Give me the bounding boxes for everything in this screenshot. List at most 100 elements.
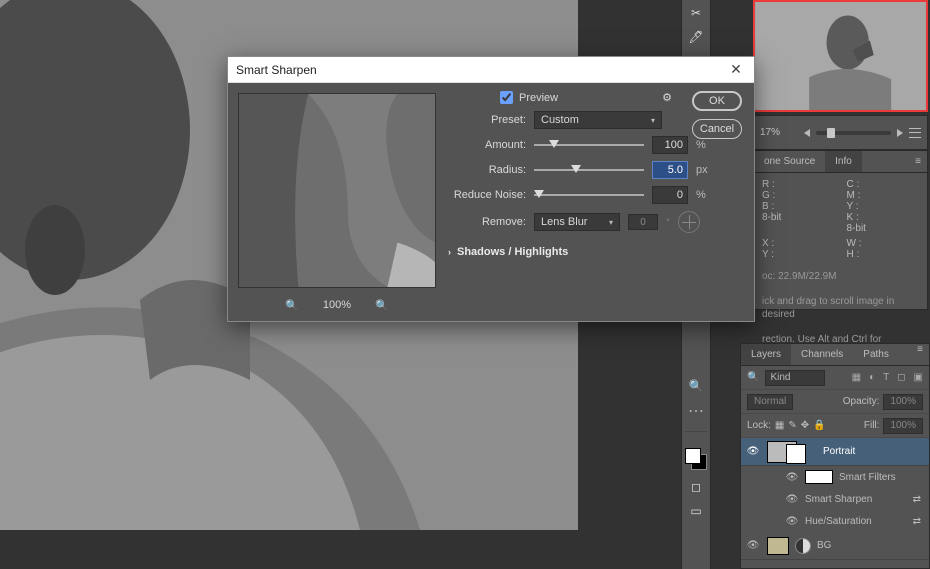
noise-slider-thumb[interactable] <box>534 190 544 198</box>
filter-edit-icon[interactable]: ⇄ <box>913 516 929 527</box>
radius-label: Radius: <box>448 164 526 176</box>
preview-zoom-out-icon[interactable]: 🔍 <box>285 299 299 312</box>
noise-label: Reduce Noise: <box>448 189 526 201</box>
navigator-zoom-slider[interactable] <box>816 131 891 135</box>
zoom-in-button[interactable] <box>897 129 903 137</box>
preview-zoom-in-icon[interactable]: 🔍 <box>375 299 389 312</box>
filter-mask-thumbnail[interactable] <box>805 470 833 484</box>
tab-layers[interactable]: Layers <box>741 344 791 365</box>
radius-input[interactable] <box>652 161 688 179</box>
navigator-zoom-thumb[interactable] <box>827 128 835 138</box>
chevron-down-icon: ▾ <box>651 116 655 125</box>
smart-filters-header[interactable]: 👁 Smart Filters <box>741 466 929 488</box>
amount-slider[interactable] <box>534 140 644 150</box>
preset-value: Custom <box>541 114 579 126</box>
screen-mode-icon[interactable]: ▭ <box>684 502 708 520</box>
eyedropper-icon[interactable]: 🖊 <box>684 28 708 46</box>
zoom-tool-icon[interactable]: 🔍 <box>684 377 708 395</box>
layer-name[interactable]: Portrait <box>823 446 855 457</box>
amount-input[interactable] <box>652 136 688 154</box>
amount-label: Amount: <box>448 139 526 151</box>
info-h-label: H : <box>847 249 920 260</box>
dialog-preview-area[interactable] <box>238 93 436 288</box>
foreground-color-swatch[interactable] <box>685 448 701 464</box>
tab-clone-source[interactable]: one Source <box>754 151 825 172</box>
noise-slider[interactable] <box>534 190 644 200</box>
lock-transparency-icon[interactable]: ▦ <box>775 420 784 431</box>
preview-checkbox[interactable]: Preview <box>500 91 558 104</box>
filter-shape-icon[interactable]: ◻ <box>897 372 905 383</box>
info-w-label: W : <box>847 238 920 249</box>
disclosure-triangle-icon: › <box>448 247 451 257</box>
shadows-highlights-section[interactable]: › Shadows / Highlights <box>448 246 742 258</box>
info-m-label: M : <box>847 190 920 201</box>
visibility-toggle-icon[interactable]: 👁 <box>745 446 761 457</box>
visibility-toggle-icon[interactable]: 👁 <box>745 540 761 551</box>
preview-checkbox-input[interactable] <box>500 91 513 104</box>
tab-info[interactable]: Info <box>825 151 862 172</box>
filter-smart-icon[interactable]: ▣ <box>914 372 923 383</box>
remove-angle-input[interactable]: 0 <box>628 214 658 230</box>
layer-filter-kind[interactable] <box>765 370 825 386</box>
lock-position-icon[interactable]: ✥ <box>801 420 809 431</box>
info-k-label: K : <box>847 212 920 223</box>
adjustment-icon[interactable] <box>795 538 811 554</box>
filter-adjust-icon[interactable]: ◐ <box>869 372 875 383</box>
search-icon[interactable]: 🔍 <box>747 372 759 383</box>
visibility-toggle-icon[interactable]: 👁 <box>785 494 799 505</box>
tab-channels[interactable]: Channels <box>791 344 853 365</box>
remove-value: Lens Blur <box>541 216 587 228</box>
filter-row-smart-sharpen[interactable]: 👁 Smart Sharpen ⇄ <box>741 488 929 510</box>
noise-input[interactable] <box>652 186 688 204</box>
tab-paths[interactable]: Paths <box>853 344 899 365</box>
gear-icon[interactable]: ⚙ <box>662 91 672 104</box>
chevron-down-icon: ▾ <box>609 218 613 227</box>
smart-sharpen-dialog: Smart Sharpen ✕ 🔍 100% 🔍 OK Cancel <box>227 56 755 322</box>
info-c-label: C : <box>847 179 920 190</box>
radius-unit: px <box>696 164 714 176</box>
fill-value[interactable]: 100% <box>883 418 923 434</box>
navigator-zoom-value: 17% <box>760 127 798 138</box>
layers-panel-menu-icon[interactable]: ≡ <box>911 344 929 365</box>
filter-pixel-icon[interactable]: ▦ <box>852 372 861 383</box>
filter-row-hue-saturation[interactable]: 👁 Hue/Saturation ⇄ <box>741 510 929 532</box>
fill-label: Fill: <box>864 420 880 431</box>
info-panel-menu-icon[interactable]: ≡ <box>909 156 927 167</box>
crop-tool-icon[interactable]: ✂ <box>684 4 708 22</box>
remove-dropdown[interactable]: Lens Blur ▾ <box>534 213 620 231</box>
degree-symbol: ° <box>666 217 670 227</box>
layer-name[interactable]: BG <box>817 540 831 551</box>
layer-thumbnail[interactable] <box>767 441 797 463</box>
preview-checkbox-label: Preview <box>519 92 558 104</box>
visibility-toggle-icon[interactable]: 👁 <box>785 472 799 483</box>
layer-row-portrait[interactable]: 👁 Portrait <box>741 438 929 466</box>
blend-mode-dropdown[interactable]: Normal <box>747 394 793 410</box>
separator <box>685 431 707 432</box>
layer-row-bg[interactable]: 👁 BG <box>741 532 929 560</box>
filter-type-icon[interactable]: T <box>883 372 889 383</box>
dialog-titlebar[interactable]: Smart Sharpen ✕ <box>228 57 754 83</box>
preset-dropdown[interactable]: Custom ▾ <box>534 111 662 129</box>
layer-thumbnail[interactable] <box>767 537 789 555</box>
navigator-menu-icon[interactable] <box>909 128 921 138</box>
zoom-out-button[interactable] <box>804 129 810 137</box>
navigator-thumbnail[interactable] <box>753 0 928 112</box>
amount-slider-thumb[interactable] <box>549 140 559 148</box>
info-bit1: 8-bit <box>762 212 835 223</box>
lock-pixels-icon[interactable]: ✎ <box>788 420 796 431</box>
section-label: Shadows / Highlights <box>457 246 568 258</box>
opacity-value[interactable]: 100% <box>883 394 923 410</box>
expand-icon[interactable]: ⋯ <box>688 401 704 421</box>
angle-dial[interactable] <box>678 211 700 233</box>
color-swatches[interactable] <box>683 446 709 472</box>
radius-slider-thumb[interactable] <box>571 165 581 173</box>
filter-name: Hue/Saturation <box>805 516 872 527</box>
filter-edit-icon[interactable]: ⇄ <box>913 494 929 505</box>
close-icon[interactable]: ✕ <box>726 61 746 78</box>
lock-all-icon[interactable]: 🔒 <box>813 420 825 431</box>
visibility-toggle-icon[interactable]: 👁 <box>785 516 799 527</box>
info-ycoord-label: Y : <box>762 249 835 260</box>
info-y-label: Y : <box>847 201 920 212</box>
quick-mask-icon[interactable]: ◻ <box>684 478 708 496</box>
radius-slider[interactable] <box>534 165 644 175</box>
